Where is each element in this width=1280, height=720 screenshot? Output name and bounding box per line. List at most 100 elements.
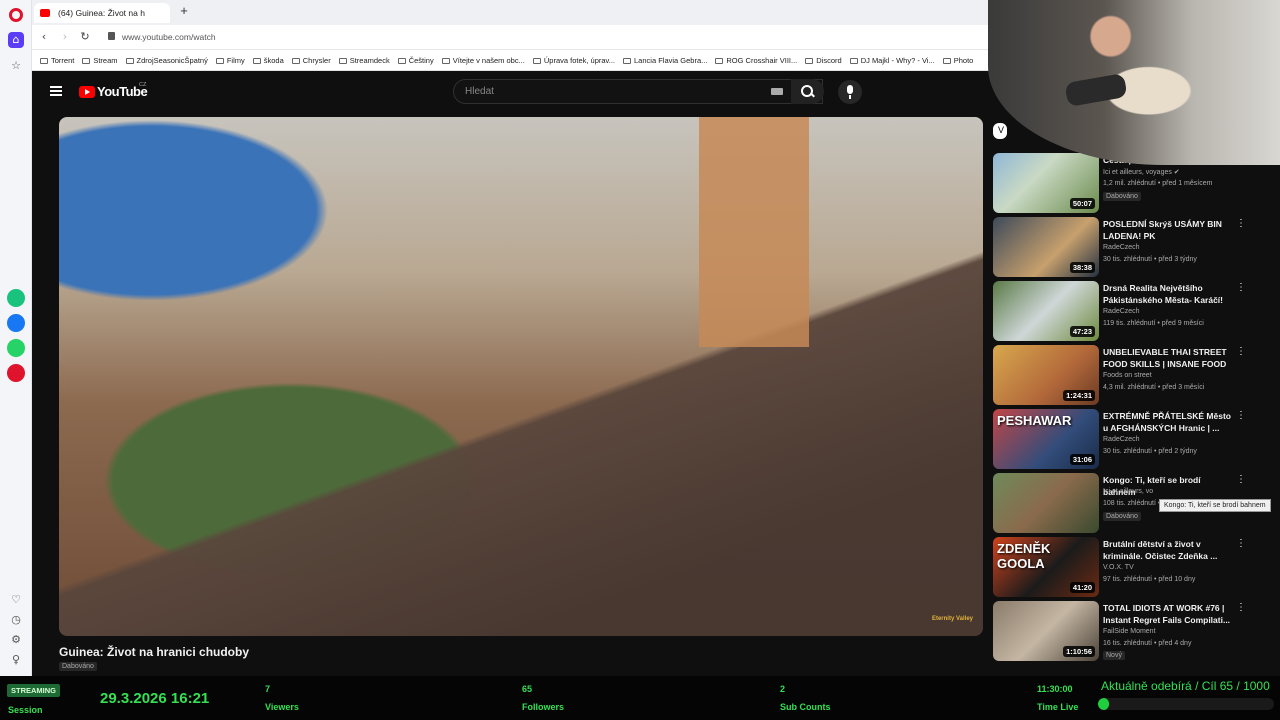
- viewers-label: Viewers: [265, 702, 299, 712]
- bookmark-label: škoda: [263, 56, 284, 65]
- channel-name[interactable]: FailSide Moment: [1103, 628, 1156, 635]
- more-options-icon[interactable]: ⋮: [1236, 281, 1246, 295]
- video-title-link[interactable]: Drsná Realita Největšího Pákistánského M…: [1103, 282, 1231, 307]
- keyboard-icon[interactable]: [771, 88, 783, 95]
- new-tab-button[interactable]: +: [177, 4, 191, 18]
- bookmark-item[interactable]: ZdrojSeasonicŠpatný: [125, 56, 208, 65]
- stream-stats-bar: STREAMING Session 29.3.2026 16:21 7 View…: [0, 676, 1280, 720]
- video-thumbnail[interactable]: ZDENĚK GOOLA 41:20: [993, 537, 1099, 597]
- bookmark-item[interactable]: ROG Crosshair VIII...: [715, 56, 797, 65]
- video-thumbnail[interactable]: 38:38: [993, 217, 1099, 277]
- channel-name[interactable]: Ici et ailleurs, voyages ✔: [1103, 168, 1180, 176]
- bookmark-item[interactable]: Discord: [805, 56, 842, 65]
- video-meta: 4,3 mil. zhlédnutí • před 3 měsíci: [1103, 384, 1205, 391]
- more-options-icon[interactable]: ⋮: [1236, 409, 1246, 423]
- folder-icon: [441, 58, 450, 64]
- recommended-video[interactable]: 47:23 Drsná Realita Největšího Pákistánsk…: [993, 281, 1273, 343]
- bookmark-item[interactable]: škoda: [252, 56, 284, 65]
- video-title-link[interactable]: TOTAL IDIOTS AT WORK #76 | Instant Regre…: [1103, 602, 1231, 626]
- recommended-video[interactable]: 1:10:56 TOTAL IDIOTS AT WORK #76 | Instan…: [993, 601, 1273, 663]
- channel-name[interactable]: Ici et ailleurs, vo: [1103, 488, 1153, 495]
- video-title: Guinea: Život na hranici chudoby: [59, 645, 250, 659]
- dubbed-badge: Dabováno: [59, 662, 97, 671]
- filter-chip[interactable]: V: [993, 123, 1007, 139]
- video-title-link[interactable]: UNBELIEVABLE THAI STREET FOOD SKILLS | I…: [1103, 346, 1231, 371]
- channel-name[interactable]: RadeCzech: [1103, 436, 1140, 443]
- recommended-video[interactable]: 1:24:31 UNBELIEVABLE THAI STREET FOOD SKI…: [993, 345, 1273, 407]
- folder-icon: [252, 58, 261, 64]
- url-field[interactable]: www.youtube.com/watch: [122, 32, 216, 42]
- video-meta: 30 tis. zhlédnutí • před 3 týdny: [1103, 256, 1197, 263]
- recommended-video[interactable]: ZDENĚK GOOLA 41:20 Brutální dětství a živo…: [993, 537, 1273, 599]
- search-button[interactable]: [791, 79, 824, 104]
- youtube-logo-icon[interactable]: [79, 86, 95, 98]
- bookmark-item[interactable]: Lancia Flavia Gebra...: [623, 56, 707, 65]
- bookmark-label: Photo: [953, 56, 974, 65]
- video-title-link[interactable]: EXTRÉMNĚ PŘÁTELSKÉ Město u AFGHÁNSKÝCH H…: [1103, 410, 1231, 434]
- video-meta: 1,2 mil. zhlédnutí • před 1 měsícem: [1103, 180, 1213, 187]
- video-title-link[interactable]: Brutální dětství a život v kriminále. Oč…: [1103, 538, 1231, 562]
- whatsapp-icon[interactable]: [7, 339, 25, 357]
- opera-logo[interactable]: [9, 8, 23, 22]
- heart-icon[interactable]: ♡: [8, 592, 24, 608]
- folder-icon: [338, 58, 347, 64]
- recommended-video[interactable]: 38:38 POSLEDNÍ Skrýš USÁMY BIN LADENA! PK…: [993, 217, 1273, 279]
- channel-name[interactable]: RadeCzech: [1103, 244, 1140, 251]
- video-thumbnail[interactable]: PESHAWAR 31:06: [993, 409, 1099, 469]
- youtube-header: YouTube CZ Hledat: [33, 72, 988, 112]
- chatgpt-icon[interactable]: [7, 289, 25, 307]
- more-options-icon[interactable]: ⋮: [1236, 473, 1246, 487]
- search-input[interactable]: Hledat: [453, 79, 823, 104]
- video-player[interactable]: Eternity Valley: [59, 117, 983, 636]
- bookmark-label: Filmy: [226, 56, 245, 65]
- bookmark-item[interactable]: Photo: [942, 56, 974, 65]
- messenger-icon[interactable]: [7, 314, 25, 332]
- stream-datetime: 29.3.2026 16:21: [100, 690, 210, 707]
- more-options-icon[interactable]: ⋮: [1236, 537, 1246, 551]
- video-thumbnail[interactable]: 1:24:31: [993, 345, 1099, 405]
- bookmark-item[interactable]: Úprava fotek, úprav...: [532, 56, 615, 65]
- folder-icon: [82, 58, 91, 64]
- video-thumbnail[interactable]: 47:23: [993, 281, 1099, 341]
- more-options-icon[interactable]: ⋮: [1236, 601, 1246, 615]
- settings-icon[interactable]: ⚙: [8, 632, 24, 648]
- history-icon[interactable]: ◷: [8, 612, 24, 628]
- channel-name[interactable]: V.O.X. TV: [1103, 564, 1134, 571]
- more-options-icon[interactable]: ⋮: [1236, 345, 1246, 359]
- bookmark-label: Lancia Flavia Gebra...: [634, 56, 708, 65]
- bookmark-item[interactable]: Chrysler: [291, 56, 331, 65]
- workspace-icon[interactable]: ⌂: [8, 32, 24, 48]
- forward-icon[interactable]: ›: [58, 30, 72, 44]
- video-thumbnail[interactable]: 1:10:56: [993, 601, 1099, 661]
- music-player-icon[interactable]: [7, 364, 25, 382]
- recommended-video[interactable]: PESHAWAR 31:06 EXTRÉMNĚ PŘÁTELSKÉ Město u …: [993, 409, 1273, 471]
- bookmark-item[interactable]: Češtiny: [397, 56, 434, 65]
- sub-goal-text: Aktuálně odebírá / Cíl 65 / 1000: [1101, 679, 1270, 693]
- microphone-icon[interactable]: [838, 80, 862, 104]
- tab-title: (64) Guinea: Život na h: [58, 8, 145, 18]
- video-thumbnail[interactable]: [993, 473, 1099, 533]
- video-thumbnail[interactable]: 50:07: [993, 153, 1099, 213]
- sub-goal-bar: [1098, 698, 1274, 710]
- bookmark-item[interactable]: Streamdeck: [338, 56, 390, 65]
- bookmark-item[interactable]: Torrent: [40, 56, 74, 65]
- folder-icon: [805, 58, 814, 64]
- back-icon[interactable]: ‹: [37, 30, 51, 44]
- time-live-label: Time Live: [1037, 702, 1079, 712]
- bookmark-label: ROG Crosshair VIII...: [726, 56, 798, 65]
- folder-icon: [623, 58, 632, 64]
- tab-youtube[interactable]: (64) Guinea: Život na h: [34, 3, 170, 23]
- menu-icon[interactable]: [50, 86, 62, 96]
- channel-name[interactable]: RadeCzech: [1103, 308, 1140, 315]
- pinboard-icon[interactable]: ☆: [8, 58, 24, 74]
- more-options-icon[interactable]: ⋮: [1236, 217, 1246, 231]
- bookmark-item[interactable]: Stream: [82, 56, 118, 65]
- viewers-count: 7: [265, 684, 271, 694]
- channel-name[interactable]: Foods on street: [1103, 372, 1152, 379]
- tips-icon[interactable]: ♀: [8, 652, 24, 668]
- bookmark-item[interactable]: Vítejte v našem obc...: [441, 56, 525, 65]
- bookmark-item[interactable]: DJ Majkl - Why? - Vi...: [849, 56, 935, 65]
- video-title-link[interactable]: POSLEDNÍ Skrýš USÁMY BIN LADENA! PK: [1103, 218, 1231, 242]
- bookmark-item[interactable]: Filmy: [215, 56, 245, 65]
- reload-icon[interactable]: ↻: [78, 30, 92, 44]
